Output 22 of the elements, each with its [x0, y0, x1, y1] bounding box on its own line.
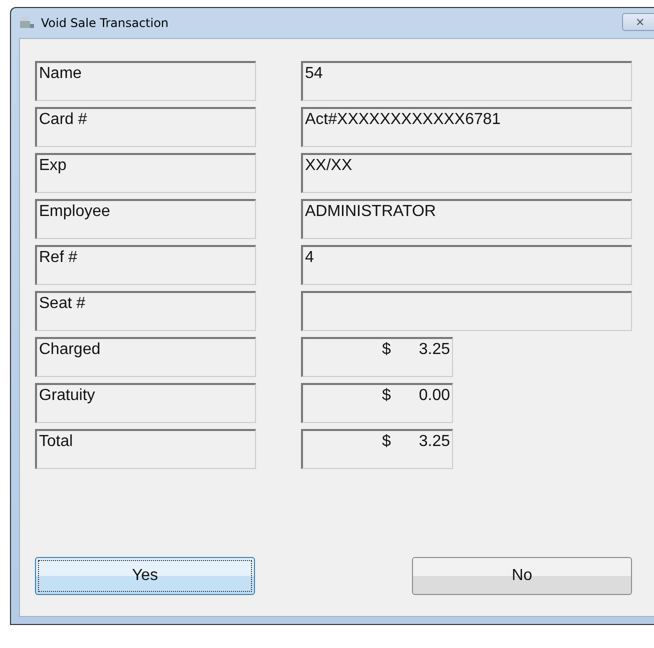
dialog-button[interactable]: No [412, 557, 632, 595]
field-label: Total [35, 429, 256, 469]
field-label: Seat # [35, 291, 256, 331]
amount-field: $ 3.25 [301, 429, 453, 469]
dialog-button[interactable]: Yes [35, 557, 255, 595]
field-label: Charged [35, 337, 256, 377]
field-label: Ref # [35, 245, 256, 285]
value-field: XX/XX [301, 153, 632, 193]
field-label: Exp [35, 153, 256, 193]
value-field: ADMINISTRATOR [301, 199, 632, 239]
value-field: Act#XXXXXXXXXXXX6781 [301, 107, 632, 147]
amount-field: $ 3.25 [301, 337, 453, 377]
field-label: Gratuity [35, 383, 256, 423]
field-label: Card # [35, 107, 256, 147]
window-title: Void Sale Transaction [41, 16, 169, 30]
close-button[interactable]: ✕ [622, 13, 654, 31]
value-field: 4 [301, 245, 632, 285]
field-label: Name [35, 61, 256, 101]
register-icon [19, 16, 35, 30]
amount-field: $ 0.00 [301, 383, 453, 423]
value-field: 54 [301, 61, 632, 101]
field-label: Employee [35, 199, 256, 239]
